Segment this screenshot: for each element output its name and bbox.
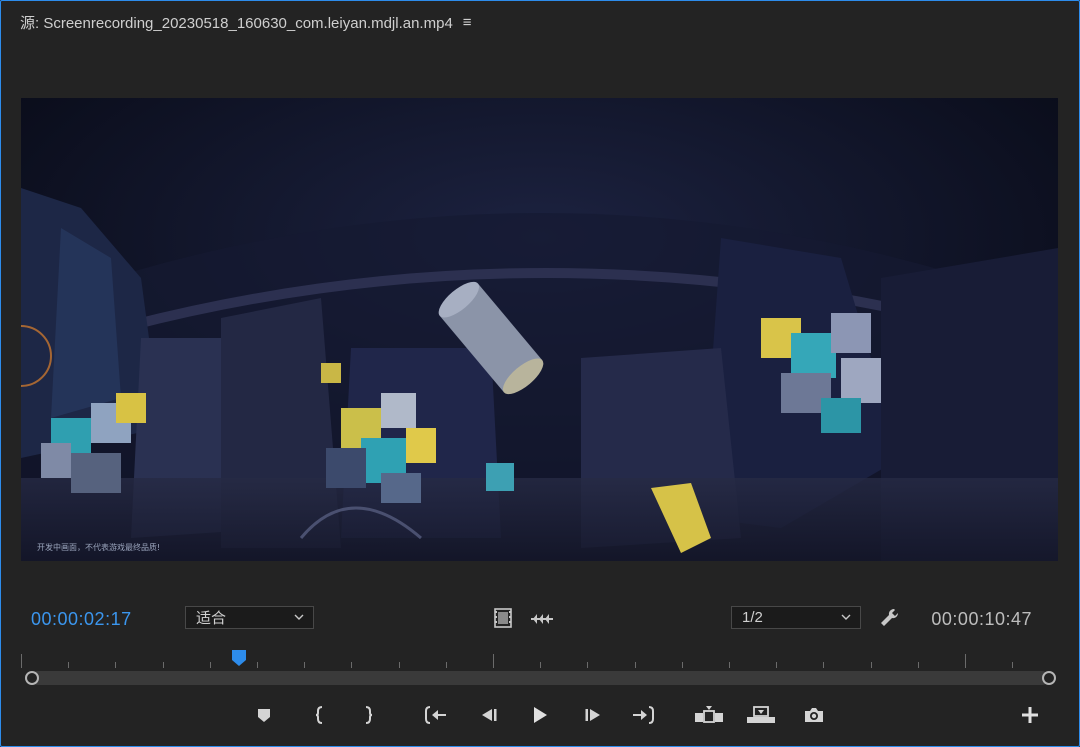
playhead-marker[interactable] [231,649,247,667]
export-frame-button[interactable] [802,703,826,727]
overwrite-icon [747,706,775,723]
ruler-tick [163,662,164,668]
ruler-tick [21,654,22,668]
chevron-down-icon [294,614,304,620]
panel-title[interactable]: 源: Screenrecording_20230518_160630_com.l… [20,12,453,33]
video-preview[interactable]: 开发中画面，不代表游戏最终品质! [21,98,1058,561]
ruler-tick [399,662,400,668]
duration-timecode: 00:00:10:47 [931,609,1032,629]
overwrite-button[interactable] [746,703,776,727]
ruler-tick [635,662,636,668]
mark-in-button[interactable] [308,703,332,727]
insert-icon [695,706,723,723]
zoom-fit-select[interactable]: 适合 [185,606,314,629]
scrollbar-left-handle[interactable] [25,671,39,685]
step-back-button[interactable] [476,703,500,727]
camera-icon [805,708,823,722]
ruler-tick [304,662,305,668]
ruler-tick [682,662,683,668]
video-caption: 开发中画面，不代表游戏最终品质! [37,543,161,552]
ruler-tick [965,654,966,668]
hamburger-icon[interactable]: ≡ [463,14,472,31]
go-to-in-icon [425,706,446,724]
time-ruler[interactable] [21,650,1058,670]
step-back-icon [482,709,497,721]
audio-waveform-icon[interactable] [531,611,553,627]
step-forward-icon [585,709,600,721]
mark-out-icon [365,706,373,724]
go-to-out-button[interactable] [631,703,655,727]
current-timecode[interactable]: 00:00:02:17 [31,609,132,630]
playback-resolution-select[interactable]: 1/2 [731,606,861,629]
mark-out-button[interactable] [356,703,380,727]
wrench-icon[interactable] [879,607,901,629]
ruler-tick [823,662,824,668]
scrollbar-right-handle[interactable] [1042,671,1056,685]
ruler-tick [351,662,352,668]
go-to-in-button[interactable] [424,703,448,727]
go-to-out-icon [633,706,654,724]
play-button[interactable] [528,703,552,727]
ruler-tick [1012,662,1013,668]
ruler-tick [587,662,588,668]
ruler-tick [540,662,541,668]
insert-button[interactable] [694,703,724,727]
chevron-down-icon [841,614,851,620]
video-frame-image [21,98,1058,561]
plus-icon [1022,707,1038,723]
ruler-tick [493,654,494,668]
playback-resolution-value: 1/2 [742,609,763,626]
ruler-tick [210,662,211,668]
zoom-scrollbar[interactable] [31,671,1049,685]
add-marker-button[interactable] [252,703,276,727]
ruler-tick [729,662,730,668]
button-editor-button[interactable] [1018,703,1042,727]
step-forward-button[interactable] [582,703,606,727]
filmstrip-icon[interactable] [494,608,512,628]
ruler-tick [871,662,872,668]
play-icon [534,707,547,723]
ruler-tick [776,662,777,668]
ruler-tick [115,662,116,668]
ruler-tick [918,662,919,668]
add-marker-icon [258,709,270,722]
ruler-tick [446,662,447,668]
mark-in-icon [315,706,323,724]
ruler-tick [257,662,258,668]
ruler-tick [68,662,69,668]
zoom-fit-value: 适合 [196,610,227,627]
panel-header: 源: Screenrecording_20230518_160630_com.l… [20,10,472,34]
